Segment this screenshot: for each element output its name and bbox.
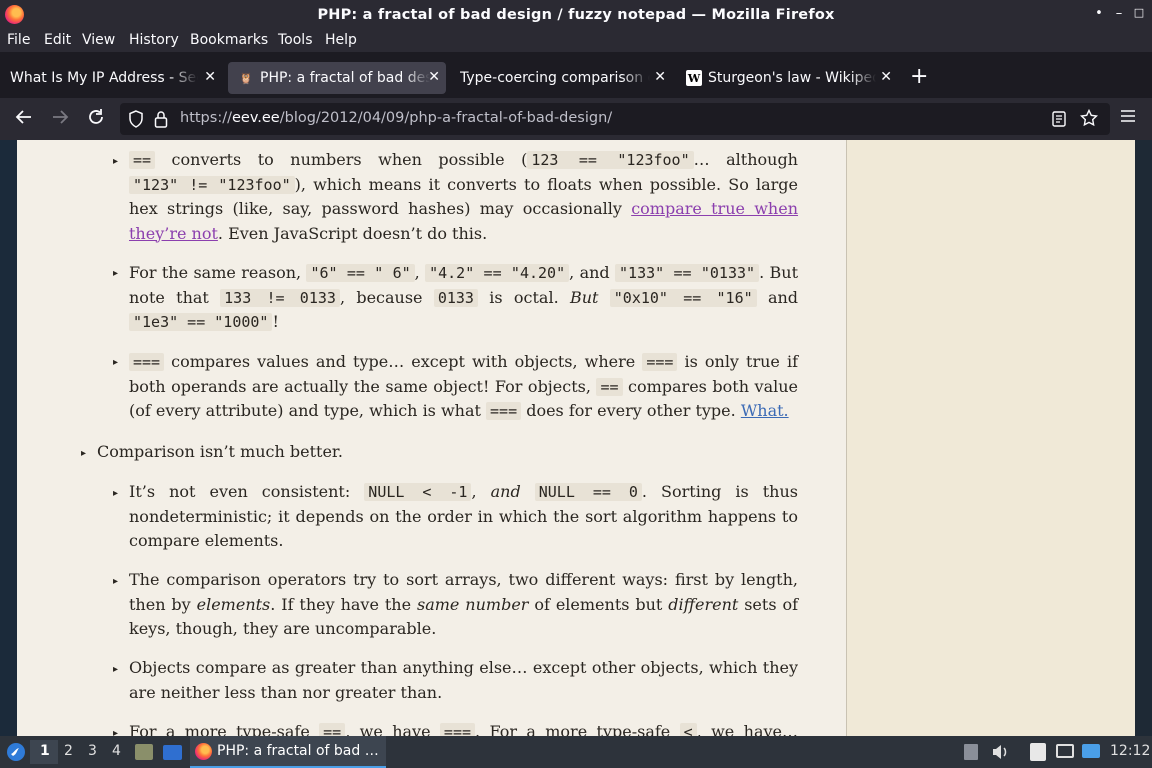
list-item-sort-arrays: The comparison operators try to sort arr… xyxy=(129,570,799,638)
back-icon[interactable] xyxy=(13,108,35,131)
tab-label: PHP: a fractal of bad design xyxy=(260,70,430,86)
network-icon[interactable] xyxy=(1082,744,1100,758)
reload-icon[interactable] xyxy=(85,108,107,131)
window-title: PHP: a fractal of bad design / fuzzy not… xyxy=(317,7,835,23)
new-tab-button[interactable]: + xyxy=(910,64,928,89)
tab-type-coercing[interactable]: Type-coercing comparison o ✕ xyxy=(450,62,672,94)
bullet-marker: ▸ xyxy=(113,268,119,279)
what-link[interactable]: What. xyxy=(741,401,789,420)
owl-icon: 🦉 xyxy=(239,71,253,85)
list-item-objects-compare: Objects compare as greater than anything… xyxy=(129,658,798,702)
menu-file[interactable]: File xyxy=(7,32,30,48)
close-tab-icon[interactable]: ✕ xyxy=(654,69,666,85)
menu-bookmarks[interactable]: Bookmarks xyxy=(190,32,268,48)
taskbar: 1 2 3 4 PHP: a fractal of bad … 12:12 xyxy=(0,736,1152,768)
bullet-marker: ▸ xyxy=(113,156,119,167)
start-menu-icon[interactable] xyxy=(6,742,26,766)
window-menu-button[interactable]: • xyxy=(1090,6,1108,21)
forward-icon[interactable] xyxy=(49,108,71,131)
title-bar: PHP: a fractal of bad design / fuzzy not… xyxy=(0,0,1152,30)
task-title: PHP: a fractal of bad … xyxy=(217,743,379,759)
tab-sturgeons-law[interactable]: W Sturgeon's law - Wikipedia ✕ xyxy=(676,62,898,94)
menu-help[interactable]: Help xyxy=(325,32,357,48)
list-item-not-consistent: It’s not even consistent: NULL < -1, and… xyxy=(129,482,799,550)
page-margin xyxy=(1135,140,1152,736)
tab-strip: What Is My IP Address - See ✕ 🦉 PHP: a f… xyxy=(0,58,1152,96)
workspace-1[interactable]: 1 xyxy=(40,743,50,759)
tab-label: Sturgeon's law - Wikipedia xyxy=(708,70,876,86)
bullet-marker: ▸ xyxy=(113,357,119,368)
url-text[interactable]: https://eev.ee/blog/2012/04/09/php-a-fra… xyxy=(180,110,612,126)
menu-view[interactable]: View xyxy=(82,32,115,48)
reader-view-icon[interactable] xyxy=(1052,111,1066,131)
lock-icon[interactable] xyxy=(154,110,168,132)
shield-icon[interactable] xyxy=(128,110,144,132)
display-icon[interactable] xyxy=(1056,744,1074,758)
bullet-marker: ▸ xyxy=(113,664,119,675)
tab-label: Type-coercing comparison o xyxy=(460,70,650,86)
bullet-marker: ▸ xyxy=(113,488,119,499)
tab-php-fractal[interactable]: 🦉 PHP: a fractal of bad design ✕ xyxy=(228,62,446,94)
web-page[interactable]: ▸ ▸ ▸ ▸ ▸ ▸ ▸ ▸ == converts to numbers w… xyxy=(0,140,1152,736)
maximize-button[interactable]: □ xyxy=(1130,6,1148,19)
workspace-4[interactable]: 4 xyxy=(112,743,121,759)
clipboard-icon[interactable] xyxy=(964,744,978,760)
desktop-icon[interactable] xyxy=(163,745,182,760)
page-sidebar xyxy=(847,140,1135,736)
bullet-marker: ▸ xyxy=(113,576,119,587)
tab-what-is-my-ip[interactable]: What Is My IP Address - See ✕ xyxy=(0,62,222,94)
list-item-triple-equals: === compares values and type… except wit… xyxy=(129,352,799,420)
menu-bar: File Edit View History Bookmarks Tools H… xyxy=(0,30,1152,52)
close-tab-icon[interactable]: ✕ xyxy=(880,69,892,85)
bookmark-star-icon[interactable] xyxy=(1079,108,1099,131)
url-bar[interactable]: https://eev.ee/blog/2012/04/09/php-a-fra… xyxy=(120,103,1110,135)
file-manager-icon[interactable] xyxy=(135,744,153,760)
close-tab-icon[interactable]: ✕ xyxy=(204,69,216,85)
workspace-3[interactable]: 3 xyxy=(88,743,97,759)
list-item-type-safe: For a more type-safe ==, we have ===. Fo… xyxy=(129,720,798,736)
volume-icon[interactable] xyxy=(990,742,1010,766)
bullet-marker: ▸ xyxy=(113,728,119,736)
notes-icon[interactable] xyxy=(1030,743,1046,761)
workspace-2[interactable]: 2 xyxy=(64,743,73,759)
tab-label: What Is My IP Address - See xyxy=(10,70,198,86)
clock: 12:12 xyxy=(1110,743,1151,759)
firefox-icon xyxy=(195,743,212,760)
minimize-button[interactable]: – xyxy=(1110,6,1128,21)
article-body: ▸ ▸ ▸ ▸ ▸ ▸ ▸ ▸ == converts to numbers w… xyxy=(17,140,847,736)
menu-history[interactable]: History xyxy=(129,32,179,48)
list-item-comparison-heading: Comparison isn’t much better. xyxy=(97,442,343,461)
menu-edit[interactable]: Edit xyxy=(44,32,71,48)
bullet-marker: ▸ xyxy=(81,448,87,459)
hamburger-menu-icon[interactable] xyxy=(1117,108,1139,129)
task-firefox[interactable]: PHP: a fractal of bad … xyxy=(190,736,386,768)
list-item-same-reason: For the same reason, "6" == " 6", "4.2" … xyxy=(129,263,799,331)
navigation-toolbar: https://eev.ee/blog/2012/04/09/php-a-fra… xyxy=(0,98,1152,140)
menu-tools[interactable]: Tools xyxy=(278,32,313,48)
close-tab-icon[interactable]: ✕ xyxy=(428,69,440,85)
wikipedia-icon: W xyxy=(686,70,702,86)
list-item-equality-numbers: == converts to numbers when possible (12… xyxy=(129,150,799,243)
